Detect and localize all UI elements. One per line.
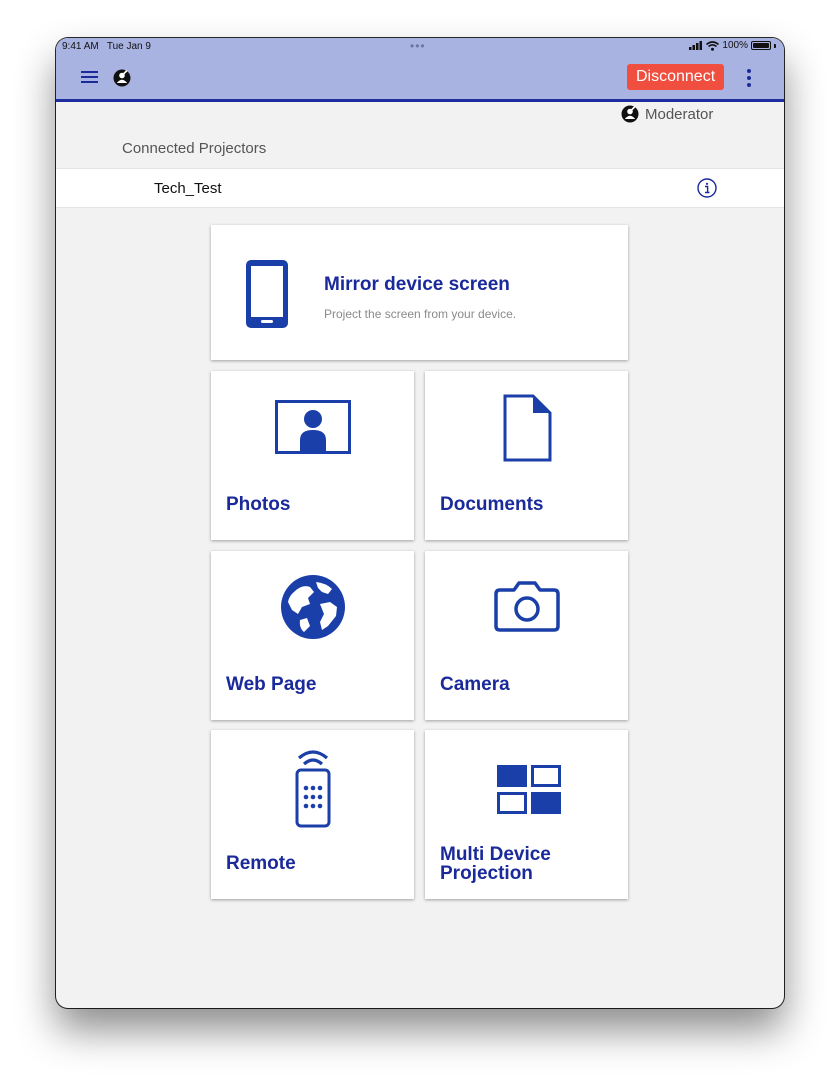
web-page-tile[interactable]: Web Page (211, 551, 414, 720)
projector-list-item[interactable]: Tech_Test (56, 168, 784, 208)
multi-device-title-line1: Multi Device (440, 844, 551, 865)
mirror-tile-subtitle: Project the screen from your device. (324, 307, 517, 321)
camera-icon (494, 581, 560, 632)
top-navbar: Disconnect (56, 56, 784, 102)
multi-device-tile-title: Multi Device Projection (440, 845, 551, 883)
documents-tile-title: Documents (440, 494, 544, 515)
more-options-icon[interactable] (741, 67, 757, 89)
moderator-icon (621, 105, 639, 123)
status-date: Tue Jan 9 (106, 41, 151, 52)
document-icon (503, 394, 552, 462)
remote-tile-title: Remote (226, 853, 296, 874)
photo-icon (275, 400, 351, 454)
role-indicator: Moderator (621, 105, 713, 123)
multi-device-title-line2: Projection (440, 863, 533, 884)
multitask-dots-icon: ••• (410, 39, 426, 53)
mirror-tile-title: Mirror device screen (324, 274, 510, 295)
camera-tile-title: Camera (440, 674, 510, 695)
phone-icon (246, 260, 288, 328)
status-bar: 9:41 AM Tue Jan 9 ••• 100% (56, 38, 784, 56)
disconnect-button[interactable]: Disconnect (627, 64, 725, 90)
status-right: 100% (689, 40, 776, 51)
photos-tile[interactable]: Photos (211, 371, 414, 540)
moderator-user-icon (113, 69, 131, 87)
connected-projectors-heading: Connected Projectors (122, 140, 267, 157)
remote-icon (295, 750, 331, 828)
wifi-icon (706, 40, 720, 51)
grid-icon (497, 765, 561, 814)
status-clock: 9:41 AM (62, 41, 99, 52)
web-page-tile-title: Web Page (226, 674, 317, 695)
remote-tile[interactable]: Remote (211, 730, 414, 899)
globe-icon (281, 575, 345, 639)
battery-percent: 100% (722, 40, 748, 51)
battery-cap (774, 43, 776, 48)
mirror-device-screen-tile[interactable]: Mirror device screen Project the screen … (211, 225, 628, 360)
status-time: 9:41 AM Tue Jan 9 (62, 41, 151, 52)
camera-tile[interactable]: Camera (425, 551, 628, 720)
projector-name: Tech_Test (154, 180, 222, 197)
hamburger-menu-icon[interactable] (80, 68, 100, 86)
multi-device-projection-tile[interactable]: Multi Device Projection (425, 730, 628, 899)
signal-icon (689, 41, 703, 50)
device-frame: 9:41 AM Tue Jan 9 ••• 100% Disconnect Mo… (56, 38, 784, 1008)
photos-tile-title: Photos (226, 494, 291, 515)
role-label: Moderator (645, 105, 714, 123)
battery-icon (751, 41, 771, 50)
info-icon[interactable] (697, 178, 717, 198)
documents-tile[interactable]: Documents (425, 371, 628, 540)
